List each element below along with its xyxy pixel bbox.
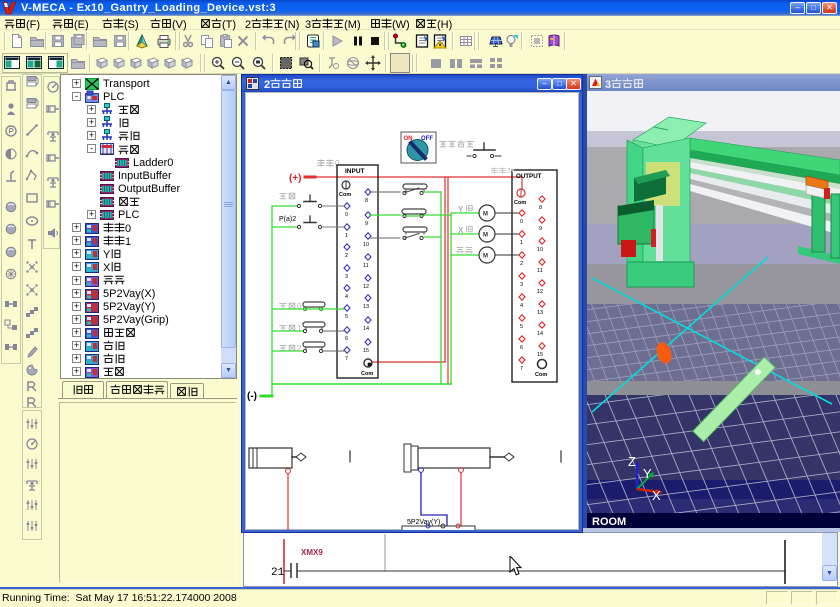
svg-text:5P2Vay(Y): 5P2Vay(Y)	[407, 519, 440, 526]
svg-text:9: 9	[365, 221, 368, 227]
svg-text:Y: Y	[458, 205, 464, 214]
svg-text:Z: Z	[628, 454, 636, 469]
svg-text:14: 14	[363, 326, 369, 332]
svg-text:3: 3	[520, 282, 523, 288]
svg-text:13: 13	[363, 304, 369, 310]
svg-text:6: 6	[345, 336, 348, 342]
svg-text:1: 1	[520, 240, 523, 246]
svg-text:15: 15	[537, 352, 543, 358]
svg-text:4: 4	[520, 303, 523, 309]
svg-text:0: 0	[297, 302, 302, 311]
svg-text:M: M	[483, 212, 488, 218]
svg-text:8: 8	[365, 198, 368, 204]
svg-text:7: 7	[345, 356, 348, 362]
svg-text:Com: Com	[514, 200, 526, 206]
svg-text:Com: Com	[535, 372, 547, 378]
svg-text:2: 2	[345, 253, 348, 259]
svg-text:0: 0	[345, 212, 348, 218]
svg-text:ROOM: ROOM	[592, 516, 626, 528]
svg-text:5: 5	[345, 314, 348, 320]
svg-text:(+): (+)	[289, 173, 302, 184]
svg-text:10: 10	[537, 247, 543, 253]
svg-text:Com: Com	[361, 371, 373, 377]
svg-text:1: 1	[297, 324, 302, 333]
svg-text:M: M	[483, 233, 488, 239]
svg-text:1: 1	[345, 233, 348, 239]
svg-text:X: X	[652, 488, 661, 503]
svg-text:14: 14	[537, 331, 543, 337]
svg-text:5: 5	[520, 324, 523, 330]
svg-text:Y: Y	[643, 466, 652, 481]
svg-text:10: 10	[363, 242, 369, 248]
svg-text:X: X	[458, 226, 464, 235]
svg-text:1▾: 1▾	[507, 168, 515, 175]
svg-text:8: 8	[539, 205, 542, 211]
svg-text:7: 7	[520, 366, 523, 372]
svg-text:0: 0	[520, 219, 523, 225]
svg-text:11: 11	[537, 268, 543, 274]
svg-text:P(a)2: P(a)2	[279, 216, 296, 223]
svg-text:Com: Com	[339, 192, 351, 198]
svg-text:2: 2	[520, 261, 523, 267]
svg-text:4: 4	[345, 294, 348, 300]
svg-text:INPUT: INPUT	[345, 168, 365, 175]
svg-text:15: 15	[363, 348, 369, 354]
svg-text:11: 11	[363, 263, 369, 269]
svg-text:12: 12	[363, 284, 369, 290]
svg-text:6: 6	[520, 345, 523, 351]
svg-text:2: 2	[297, 344, 302, 353]
svg-text:OUTPUT: OUTPUT	[516, 173, 542, 180]
svg-text:9: 9	[539, 226, 542, 232]
svg-text:XMX9: XMX9	[301, 548, 323, 557]
svg-text:21: 21	[271, 567, 285, 579]
svg-text:(-): (-)	[247, 391, 257, 402]
svg-text:13: 13	[537, 310, 543, 316]
svg-text:12: 12	[537, 289, 543, 295]
svg-text:M: M	[483, 254, 488, 260]
svg-text:3: 3	[345, 274, 348, 280]
